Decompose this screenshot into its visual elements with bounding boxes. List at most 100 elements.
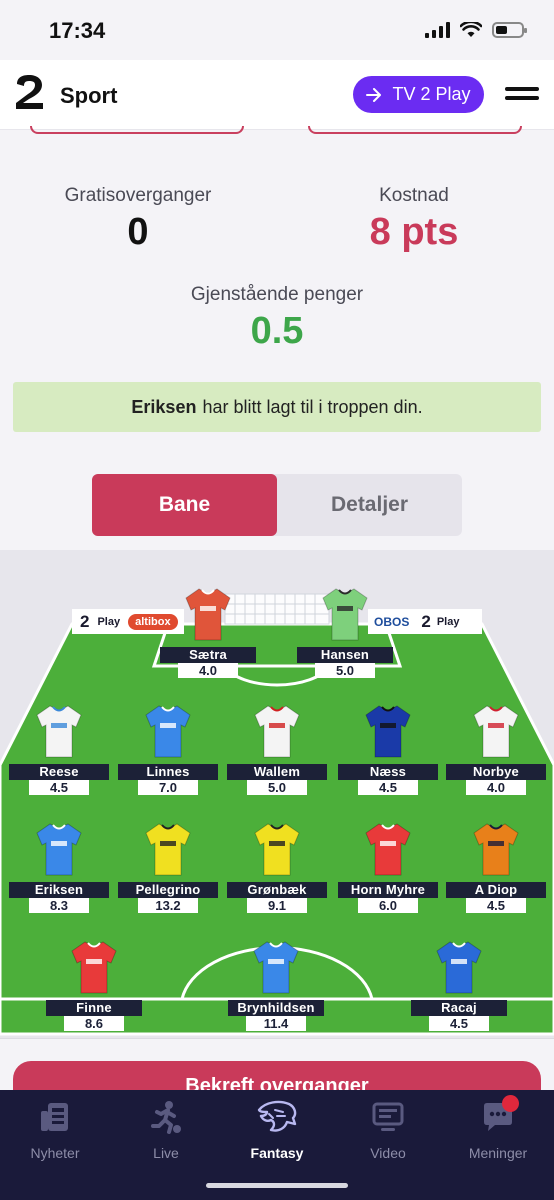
player-card[interactable]: Wallem 5.0 bbox=[227, 703, 327, 795]
player-card[interactable]: A Diop 4.5 bbox=[446, 821, 546, 913]
tv2-logo-icon[interactable] bbox=[14, 74, 46, 110]
player-name: Horn Myhre bbox=[338, 882, 438, 898]
tab-live[interactable]: Live bbox=[111, 1090, 221, 1161]
brand-title[interactable]: Sport bbox=[60, 83, 117, 109]
player-name: Norbye bbox=[446, 764, 546, 780]
transfer-cost: Kostnad 8 pts bbox=[314, 185, 514, 254]
free-transfers-value: 0 bbox=[127, 211, 149, 253]
transfer-summary: Gratisoverganger 0 Kostnad 8 pts Gjenstå… bbox=[0, 126, 554, 550]
player-card[interactable]: Horn Myhre 6.0 bbox=[338, 821, 438, 913]
player-card[interactable]: Næss 4.5 bbox=[338, 703, 438, 795]
menu-icon[interactable] bbox=[505, 87, 539, 103]
tab-nyheter-label: Nyheter bbox=[30, 1145, 80, 1161]
tab-live-label: Live bbox=[153, 1145, 179, 1161]
player-card[interactable]: Reese 4.5 bbox=[9, 703, 109, 795]
player-card[interactable]: Norbye 4.0 bbox=[446, 703, 546, 795]
jersey-icon bbox=[71, 941, 117, 994]
player-name: A Diop bbox=[446, 882, 546, 898]
tab-nyheter[interactable]: Nyheter bbox=[0, 1090, 110, 1161]
tv2-play-label: TV 2 Play bbox=[392, 84, 471, 104]
tab-video[interactable]: Video bbox=[333, 1090, 443, 1161]
tab-detaljer[interactable]: Detaljer bbox=[277, 474, 462, 536]
peek-button-right bbox=[308, 126, 522, 134]
player-price: 4.5 bbox=[29, 780, 89, 795]
fantasy-lion-icon bbox=[257, 1100, 297, 1132]
player-name: Næss bbox=[338, 764, 438, 780]
player-card[interactable]: Finne 8.6 bbox=[46, 939, 142, 1031]
player-card[interactable]: Grønbæk 9.1 bbox=[227, 821, 327, 913]
success-notice: Eriksen har blitt lagt til i troppen din… bbox=[13, 382, 541, 432]
tab-meninger-label: Meninger bbox=[468, 1145, 528, 1161]
ad-play-left: Play bbox=[97, 615, 121, 628]
player-name: Linnes bbox=[118, 764, 218, 780]
player-name: Brynhildsen bbox=[228, 1000, 324, 1016]
view-toggle: Bane Detaljer bbox=[92, 474, 462, 536]
player-price: 4.5 bbox=[466, 898, 526, 913]
status-bar: 17:34 bbox=[0, 0, 554, 60]
top-navigation: Sport TV 2 Play bbox=[0, 60, 554, 130]
jersey-icon bbox=[473, 705, 519, 758]
player-card[interactable]: Hansen 5.0 bbox=[297, 586, 393, 678]
player-name: Wallem bbox=[227, 764, 327, 780]
player-price: 6.0 bbox=[358, 898, 418, 913]
player-price: 8.3 bbox=[29, 898, 89, 913]
live-runner-icon bbox=[151, 1101, 181, 1134]
player-price: 5.0 bbox=[247, 780, 307, 795]
player-name: Reese bbox=[9, 764, 109, 780]
transfer-cost-value: 8 pts bbox=[369, 211, 459, 253]
player-name: Grønbæk bbox=[227, 882, 327, 898]
free-transfers-label: Gratisoverganger bbox=[64, 185, 212, 206]
peek-button-left bbox=[30, 126, 244, 134]
player-price: 8.6 bbox=[64, 1016, 124, 1031]
player-name: Racaj bbox=[411, 1000, 507, 1016]
player-price: 5.0 bbox=[315, 663, 375, 678]
tv2-play-button[interactable]: TV 2 Play bbox=[353, 76, 484, 113]
notification-badge bbox=[502, 1095, 519, 1112]
player-price: 13.2 bbox=[138, 898, 198, 913]
player-name: Hansen bbox=[297, 647, 393, 663]
tab-bane[interactable]: Bane bbox=[92, 474, 277, 536]
player-price: 9.1 bbox=[247, 898, 307, 913]
tab-meninger[interactable]: Meninger bbox=[443, 1090, 553, 1161]
player-price: 4.0 bbox=[466, 780, 526, 795]
remaining-money-label: Gjenstående penger bbox=[190, 284, 364, 305]
jersey-icon bbox=[322, 588, 368, 641]
jersey-icon bbox=[473, 823, 519, 876]
player-name: Sætra bbox=[160, 647, 256, 663]
player-card[interactable]: Racaj 4.5 bbox=[411, 939, 507, 1031]
arrow-right-icon bbox=[366, 87, 382, 102]
remaining-money-value: 0.5 bbox=[250, 310, 304, 352]
remaining-money: Gjenstående penger 0.5 bbox=[147, 284, 407, 353]
player-price: 4.5 bbox=[358, 780, 418, 795]
video-icon bbox=[372, 1102, 404, 1131]
player-card[interactable]: Linnes 7.0 bbox=[118, 703, 218, 795]
jersey-icon bbox=[436, 941, 482, 994]
jersey-icon bbox=[254, 823, 300, 876]
player-card[interactable]: Pellegrino 13.2 bbox=[118, 821, 218, 913]
battery-icon bbox=[492, 22, 527, 38]
free-transfers: Gratisoverganger 0 bbox=[38, 185, 238, 254]
player-price: 11.4 bbox=[246, 1016, 306, 1031]
tab-fantasy-label: Fantasy bbox=[250, 1145, 304, 1161]
notice-player: Eriksen bbox=[131, 396, 197, 417]
player-name: Eriksen bbox=[9, 882, 109, 898]
tab-video-label: Video bbox=[370, 1145, 406, 1161]
confirm-area: Bekreft overganger bbox=[0, 1038, 554, 1111]
signal-icon bbox=[425, 22, 450, 38]
tab-fantasy[interactable]: Fantasy bbox=[222, 1090, 332, 1161]
jersey-icon bbox=[185, 588, 231, 641]
status-icons bbox=[425, 22, 527, 38]
tv2-ad-logo-icon: 2 bbox=[421, 611, 431, 631]
news-icon bbox=[41, 1103, 68, 1131]
jersey-icon bbox=[145, 705, 191, 758]
player-card[interactable]: Sætra 4.0 bbox=[160, 586, 256, 678]
jersey-icon bbox=[253, 941, 299, 994]
jersey-icon bbox=[36, 705, 82, 758]
player-card[interactable]: Brynhildsen 11.4 bbox=[228, 939, 324, 1031]
player-name: Finne bbox=[46, 1000, 142, 1016]
jersey-icon bbox=[365, 705, 411, 758]
player-name: Pellegrino bbox=[118, 882, 218, 898]
jersey-icon bbox=[365, 823, 411, 876]
status-time: 17:34 bbox=[49, 18, 106, 43]
player-card[interactable]: Eriksen 8.3 bbox=[9, 821, 109, 913]
